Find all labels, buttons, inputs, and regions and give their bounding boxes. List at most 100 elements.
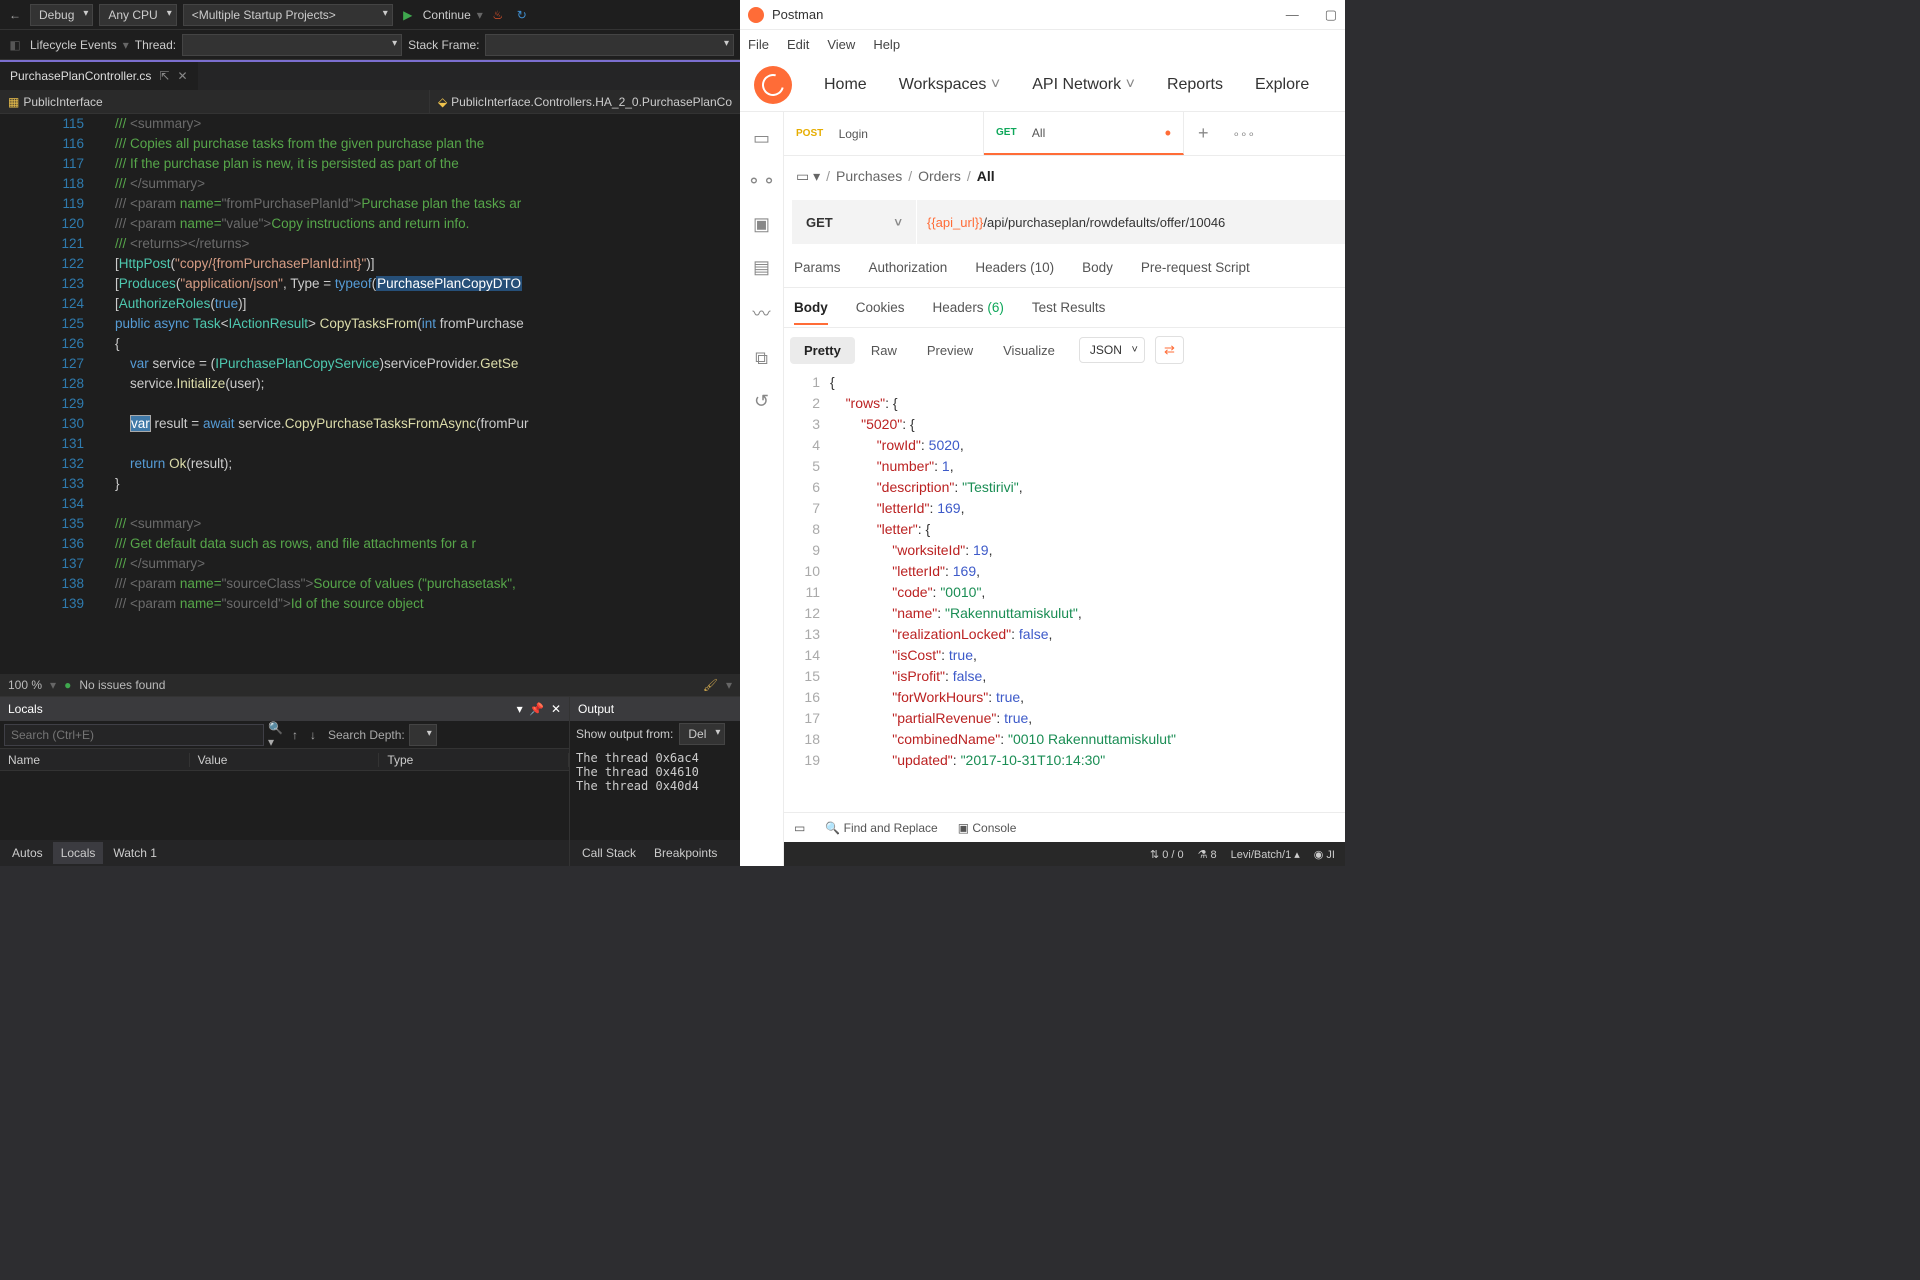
- postman-logo-icon[interactable]: [754, 66, 792, 104]
- code-navbar: ▦ PublicInterface ⬙ PublicInterface.Cont…: [0, 90, 740, 114]
- postman-pane: Postman — ▢ File Edit View Help Home Wor…: [740, 0, 1345, 866]
- apis-icon[interactable]: ⚬⚬: [746, 171, 776, 192]
- bottom-panes: Locals ▾ 📌 ✕ 🔍▾ ↑ ↓ Search Depth: Name V…: [0, 696, 740, 866]
- mockservers-icon[interactable]: ▤: [753, 257, 770, 278]
- view-raw[interactable]: Raw: [857, 337, 911, 364]
- request-subtabs: Params Authorization Headers (10) Body P…: [784, 248, 1345, 288]
- hide-panel-icon[interactable]: ▭: [794, 821, 805, 835]
- nav-home[interactable]: Home: [824, 76, 867, 94]
- output-from-dropdown[interactable]: Del: [679, 723, 725, 745]
- nav-explore[interactable]: Explore: [1255, 76, 1309, 94]
- postman-titlebar[interactable]: Postman — ▢: [740, 0, 1345, 30]
- continue-icon[interactable]: ▶: [399, 6, 417, 24]
- platform-dropdown[interactable]: Any CPU: [99, 4, 176, 26]
- postman-footer: ▭ 🔍 Find and Replace ▣ Console: [784, 812, 1345, 842]
- res-tab-body[interactable]: Body: [794, 300, 828, 315]
- nav-workspaces[interactable]: Workspaces ˅: [899, 76, 1001, 94]
- tab-callstack[interactable]: Call Stack: [574, 842, 644, 864]
- json-lines[interactable]: { "rows": { "5020": { "rowId": 5020, "nu…: [830, 372, 1345, 812]
- tab-prerequest[interactable]: Pre-request Script: [1141, 260, 1250, 275]
- menu-edit[interactable]: Edit: [787, 37, 809, 52]
- restart-icon[interactable]: ↻: [513, 6, 531, 24]
- editor-tab[interactable]: PurchasePlanController.cs ⇱ ✕: [0, 62, 198, 90]
- dropdown-icon[interactable]: ▾: [517, 702, 523, 716]
- console-link[interactable]: ▣ Console: [958, 821, 1017, 835]
- crumb[interactable]: Orders: [918, 168, 961, 184]
- res-tab-testresults[interactable]: Test Results: [1032, 300, 1106, 315]
- issues-status[interactable]: No issues found: [79, 678, 165, 692]
- back-icon[interactable]: ←: [6, 6, 24, 24]
- flows-icon[interactable]: ⧉: [755, 348, 768, 369]
- collections-icon[interactable]: ▭: [753, 128, 770, 149]
- menu-help[interactable]: Help: [873, 37, 900, 52]
- pin-icon[interactable]: ⇱: [159, 69, 169, 83]
- close-icon[interactable]: ✕: [177, 69, 187, 83]
- bottom-tabs-right: Call Stack Breakpoints: [570, 840, 740, 866]
- tab-watch-1[interactable]: Watch 1: [105, 842, 165, 864]
- search-icon[interactable]: 🔍▾: [268, 726, 286, 744]
- environments-icon[interactable]: ▣: [753, 214, 770, 235]
- toggle-icon[interactable]: ◧: [6, 36, 24, 54]
- json-response[interactable]: 12345678910111213141516171819 { "rows": …: [784, 372, 1345, 812]
- new-tab-icon[interactable]: +: [1184, 123, 1223, 144]
- minimize-icon[interactable]: —: [1286, 7, 1299, 23]
- view-preview[interactable]: Preview: [913, 337, 987, 364]
- format-dropdown[interactable]: JSON: [1079, 337, 1145, 363]
- ok-icon: ●: [64, 678, 71, 692]
- depth-dropdown[interactable]: [409, 724, 437, 746]
- menu-file[interactable]: File: [748, 37, 769, 52]
- zoom-level[interactable]: 100 %: [8, 678, 42, 692]
- request-tab[interactable]: POST Login: [784, 112, 984, 155]
- locals-search[interactable]: [4, 724, 264, 746]
- thread-dropdown[interactable]: [182, 34, 402, 56]
- user-icon[interactable]: ◉ JI: [1314, 848, 1335, 861]
- nav-reports[interactable]: Reports: [1167, 76, 1223, 94]
- url-input[interactable]: {{api_url}}/api/purchaseplan/rowdefaults…: [917, 200, 1345, 244]
- nav-apinetwork[interactable]: API Network ˅: [1032, 76, 1135, 94]
- tab-breakpoints[interactable]: Breakpoints: [646, 842, 725, 864]
- view-visualize[interactable]: Visualize: [989, 337, 1069, 364]
- history-icon[interactable]: ↺: [754, 391, 769, 412]
- up-icon[interactable]: ↑: [286, 726, 304, 744]
- res-tab-cookies[interactable]: Cookies: [856, 300, 905, 315]
- vs-debug-toolbar: ◧ Lifecycle Events▾ Thread: Stack Frame:: [0, 30, 740, 60]
- flask-icon[interactable]: ⚗ 8: [1198, 848, 1217, 861]
- nav-project[interactable]: ▦ PublicInterface: [0, 90, 430, 113]
- request-tab[interactable]: GET All•: [984, 112, 1184, 155]
- tab-filename: PurchasePlanController.cs: [10, 69, 151, 83]
- menu-view[interactable]: View: [827, 37, 855, 52]
- tab-menu-icon[interactable]: ∘∘∘: [1223, 127, 1266, 141]
- output-body[interactable]: The thread 0x6ac4 The thread 0x4610 The …: [570, 747, 740, 840]
- branch-status[interactable]: Levi/Batch/1 ▴: [1231, 848, 1300, 861]
- close-icon[interactable]: ✕: [551, 702, 561, 716]
- hot-reload-icon[interactable]: ♨: [489, 6, 507, 24]
- locals-panel: Locals ▾ 📌 ✕ 🔍▾ ↑ ↓ Search Depth: Name V…: [0, 697, 570, 866]
- method-dropdown[interactable]: GET˅: [792, 200, 916, 244]
- brush-icon[interactable]: 🖌: [703, 678, 718, 692]
- tab-headers[interactable]: Headers (10): [975, 260, 1054, 275]
- nav-type[interactable]: ⬙ PublicInterface.Controllers.HA_2_0.Pur…: [430, 90, 740, 113]
- lifecycle-dropdown[interactable]: Lifecycle Events: [30, 38, 117, 52]
- stackframe-dropdown[interactable]: [485, 34, 734, 56]
- pin-icon[interactable]: 📌: [529, 702, 544, 716]
- tab-autos[interactable]: Autos: [4, 842, 51, 864]
- collection-icon[interactable]: ▭ ▾: [796, 168, 820, 185]
- tab-body[interactable]: Body: [1082, 260, 1113, 275]
- config-dropdown[interactable]: Debug: [30, 4, 93, 26]
- tab-authorization[interactable]: Authorization: [869, 260, 948, 275]
- crumb[interactable]: Purchases: [836, 168, 902, 184]
- res-tab-headers[interactable]: Headers (6): [933, 300, 1004, 315]
- monitors-icon[interactable]: 〰: [753, 300, 771, 326]
- sync-icon[interactable]: ⇅ 0 / 0: [1150, 848, 1184, 861]
- view-pretty[interactable]: Pretty: [790, 337, 855, 364]
- down-icon[interactable]: ↓: [304, 726, 322, 744]
- tab-params[interactable]: Params: [794, 260, 841, 275]
- find-replace[interactable]: 🔍 Find and Replace: [825, 821, 937, 835]
- code-editor[interactable]: 1151161171181191201211221231241251261271…: [0, 114, 740, 674]
- tab-locals[interactable]: Locals: [53, 842, 104, 864]
- wrap-icon[interactable]: ⇄: [1155, 336, 1184, 364]
- maximize-icon[interactable]: ▢: [1325, 7, 1337, 23]
- continue-label[interactable]: Continue: [423, 8, 471, 22]
- code-lines[interactable]: /// <summary> /// Copies all purchase ta…: [100, 114, 740, 674]
- startup-dropdown[interactable]: <Multiple Startup Projects>: [183, 4, 393, 26]
